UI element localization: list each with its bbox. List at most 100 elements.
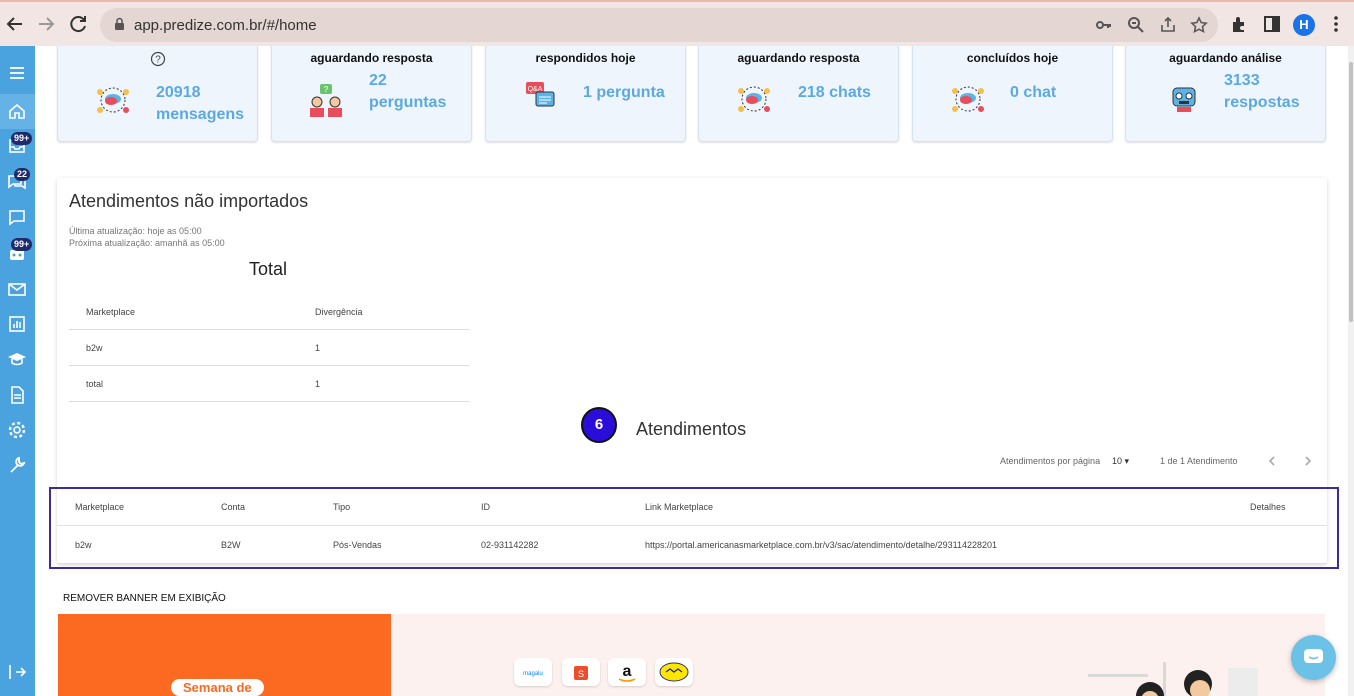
reload-icon[interactable] — [67, 13, 89, 35]
card-title: concluídos hoje — [966, 51, 1059, 65]
remove-banner-button[interactable]: REMOVER BANNER EM EXIBIÇÃO — [63, 593, 226, 604]
card-title: aguardando resposta — [310, 51, 433, 65]
robot-icon — [1172, 87, 1196, 112]
sidebar-item-home[interactable] — [0, 94, 35, 129]
table-cell: total — [86, 379, 104, 389]
graduation-icon — [8, 353, 26, 366]
sidebar-item-academy[interactable] — [6, 348, 28, 370]
table-row: b2w 1 — [69, 330, 469, 366]
promo-banner[interactable]: Semana de magalu S a — [58, 614, 1325, 696]
people-question-icon: ? — [310, 84, 342, 117]
sidebar-item-tools[interactable] — [6, 454, 28, 476]
browser-toolbar: app.predize.com.br/#/home H — [0, 0, 1354, 46]
banner-orange-block: Semana de — [58, 614, 391, 696]
card-chats-aguardando[interactable]: aguardando resposta 218 chats — [698, 46, 899, 142]
svg-text:?: ? — [324, 85, 329, 94]
card-title: aguardando resposta — [737, 51, 860, 65]
shopee-logo-icon: S — [562, 658, 600, 686]
home-icon — [9, 103, 25, 119]
page-info: 1 de 1 Atendimento — [1160, 456, 1238, 466]
card-title: respondidos hoje — [535, 51, 636, 65]
svg-text:a: a — [623, 663, 632, 680]
key-icon[interactable] — [1095, 16, 1113, 34]
qa-chat-icon: Q&A — [526, 82, 555, 107]
mercadolivre-logo-icon — [655, 658, 693, 686]
people-illustration-icon — [1088, 662, 1258, 696]
table-header-row: Marketplace Divergência — [69, 294, 469, 330]
profile-avatar[interactable]: H — [1293, 14, 1315, 36]
card-value: 0 chat — [1010, 84, 1057, 101]
sidebar-item-mail[interactable] — [6, 278, 28, 300]
card-respostas-analise[interactable]: aguardando análise 3133 respostas — [1125, 46, 1326, 142]
chat-icon — [9, 210, 25, 226]
chevron-left-icon[interactable] — [1265, 454, 1279, 468]
network-chat-icon — [97, 87, 129, 113]
reviews-badge: 99+ — [11, 132, 33, 145]
card-mensagens[interactable]: ? 20918 mensagens — [57, 46, 258, 142]
document-icon — [11, 386, 24, 404]
menu-dots-icon[interactable] — [1326, 14, 1346, 34]
summary-table: Marketplace Divergência b2w 1 total 1 — [69, 294, 469, 402]
main-content: ? 20918 mensagens aguardando resposta ? 2… — [35, 46, 1354, 696]
card-perguntas-respondidas[interactable]: respondidos hoje Q&A 1 pergunta — [485, 46, 686, 142]
help-icon[interactable]: ? — [150, 51, 166, 67]
bar-chart-icon — [9, 316, 25, 332]
chat-icon — [1304, 649, 1323, 663]
sidebar-item-settings[interactable] — [6, 419, 28, 441]
next-update: Próxima atualização: amanhã as 05:00 — [69, 238, 225, 248]
side-panel-icon[interactable] — [1262, 14, 1282, 34]
chat-widget-button[interactable] — [1291, 635, 1336, 680]
panel-title: Atendimentos não importados — [69, 191, 309, 211]
per-page-value: 10 — [1112, 456, 1123, 466]
url-text: app.predize.com.br/#/home — [134, 17, 317, 34]
sidebar-item-analytics[interactable] — [6, 313, 28, 335]
svg-text:S: S — [578, 669, 584, 679]
card-value: 1 pergunta — [583, 84, 665, 101]
chevron-right-icon[interactable] — [1301, 454, 1315, 468]
card-title: aguardando análise — [1169, 51, 1282, 65]
scrollbar-thumb[interactable] — [1349, 62, 1353, 322]
card-value: 3133 respostas — [1224, 72, 1300, 111]
questions-badge: 22 — [14, 168, 31, 181]
sidebar-item-documents[interactable] — [6, 384, 28, 406]
sidebar-item-logout[interactable] — [6, 661, 28, 683]
zoom-icon[interactable] — [1127, 16, 1145, 34]
star-icon[interactable] — [1190, 16, 1208, 34]
per-page-label: Atendimentos por página — [1000, 456, 1101, 466]
card-perguntas-aguardando[interactable]: aguardando resposta ? 22 perguntas — [271, 46, 472, 142]
card-value: 22 perguntas — [369, 72, 447, 111]
per-page-select[interactable]: 10 ▾ — [1112, 456, 1129, 467]
atendimentos-title: Atendimentos — [636, 419, 747, 439]
table-cell: 1 — [315, 343, 321, 353]
semana-label: Semana de — [171, 679, 264, 696]
reports-badge: 99+ — [11, 238, 33, 251]
share-icon[interactable] — [1159, 16, 1177, 34]
sidebar-item-chats[interactable] — [6, 206, 28, 228]
logout-icon — [9, 665, 27, 679]
magalu-logo-icon: magalu — [514, 658, 552, 686]
total-title: Total — [249, 259, 288, 279]
hamburger-icon[interactable] — [6, 62, 28, 84]
wrench-icon — [10, 456, 26, 473]
back-icon[interactable] — [4, 13, 26, 35]
mail-icon — [8, 283, 26, 296]
page-scrollbar[interactable] — [1348, 46, 1354, 696]
address-bar[interactable]: app.predize.com.br/#/home — [100, 8, 1218, 42]
sidebar: 99+ 22 99+ — [0, 46, 35, 696]
summary-cards: ? 20918 mensagens aguardando resposta ? 2… — [57, 46, 1327, 142]
last-update: Última atualização: hoje as 05:00 — [69, 226, 202, 236]
extensions-icon[interactable] — [1230, 14, 1250, 34]
table-cell: 1 — [315, 379, 321, 389]
network-chat-icon — [952, 86, 984, 112]
chevron-down-icon: ▾ — [1124, 456, 1130, 466]
card-chats-concluidos[interactable]: concluídos hoje 0 chat — [912, 46, 1113, 142]
gear-icon — [8, 421, 26, 439]
forward-icon[interactable] — [35, 13, 57, 35]
column-header: Marketplace — [86, 307, 136, 317]
highlight-box — [49, 487, 1339, 569]
lock-icon — [115, 17, 124, 30]
table-row: total 1 — [69, 366, 469, 402]
card-value: 20918 mensagens — [156, 84, 245, 123]
svg-text:?: ? — [155, 55, 161, 66]
table-cell: b2w — [86, 343, 103, 353]
